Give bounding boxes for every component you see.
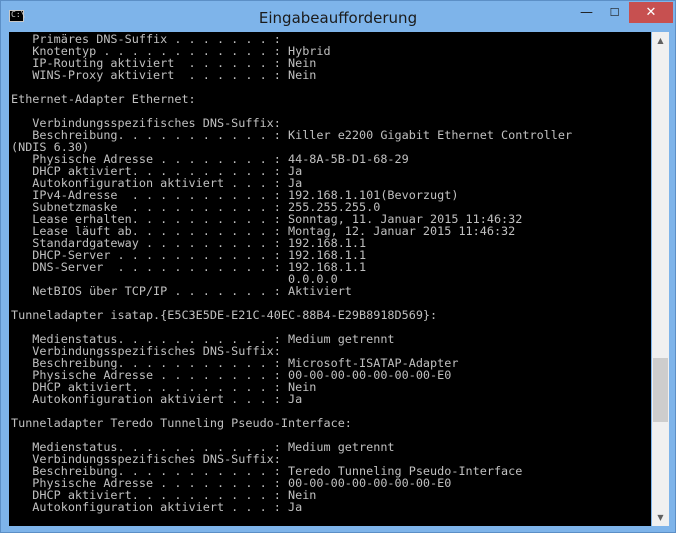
cmd-window: C:\ Eingabeaufforderung — ☐ ✕ Primäres D… (0, 0, 676, 533)
chevron-up-icon: ▲ (657, 36, 664, 45)
minimize-button[interactable]: — (573, 2, 600, 23)
vertical-scrollbar[interactable]: ▲ ▼ (652, 32, 669, 526)
console-text: Primäres DNS-Suffix . . . . . . . : Knot… (11, 32, 573, 514)
scroll-up-button[interactable]: ▲ (652, 32, 669, 49)
cmd-icon[interactable]: C:\ (9, 10, 26, 22)
cmd-icon-glyph: C:\ (11, 10, 26, 19)
close-button[interactable]: ✕ (629, 2, 673, 23)
maximize-icon: ☐ (609, 6, 620, 19)
title-bar[interactable]: C:\ Eingabeaufforderung — ☐ ✕ (1, 1, 675, 33)
chevron-down-icon: ▼ (657, 513, 664, 522)
close-icon: ✕ (645, 5, 657, 20)
scroll-thumb[interactable] (653, 358, 668, 422)
minimize-icon: — (580, 5, 593, 20)
scroll-down-button[interactable]: ▼ (652, 509, 669, 526)
maximize-button[interactable]: ☐ (601, 2, 628, 23)
console-output[interactable]: Primäres DNS-Suffix . . . . . . . : Knot… (9, 32, 651, 526)
